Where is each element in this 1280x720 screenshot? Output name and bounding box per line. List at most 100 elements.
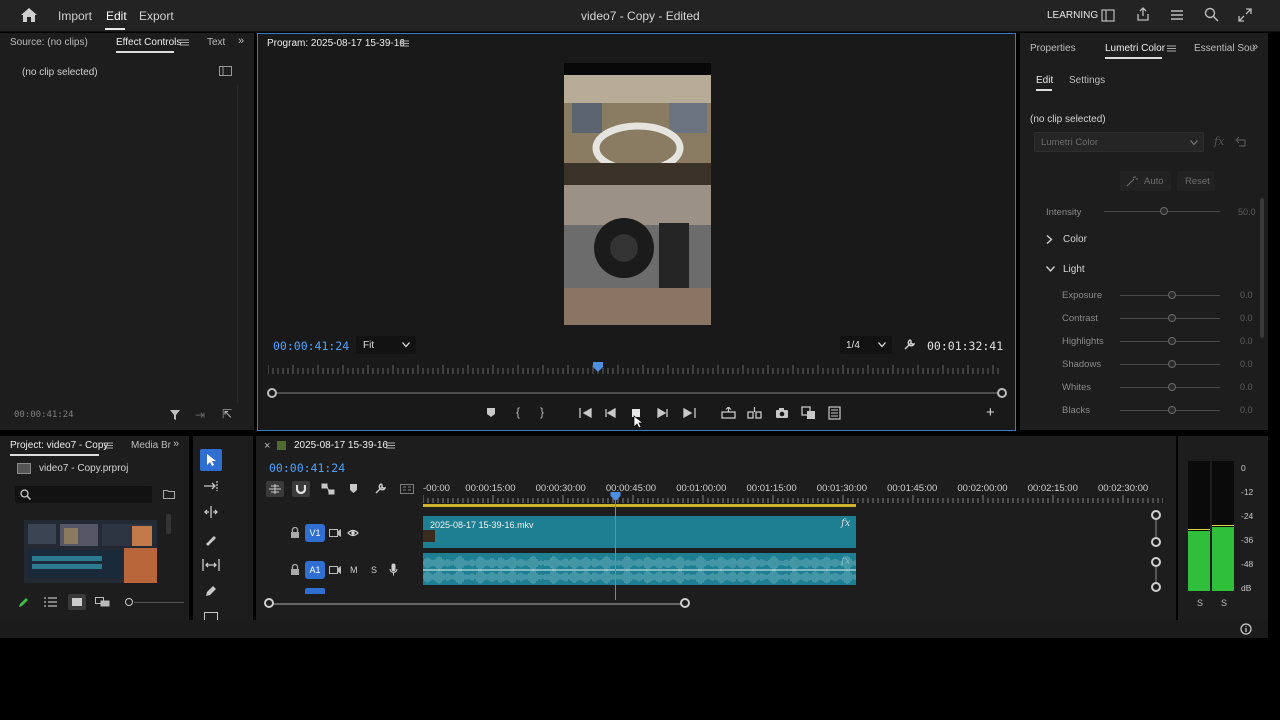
sync-lock-icon[interactable] — [329, 565, 341, 575]
timeline-zoom-scrollbar[interactable] — [273, 603, 685, 605]
tab-essential-sound[interactable]: Essential Sou — [1194, 43, 1255, 54]
light-blacks-slider-knob[interactable] — [1168, 406, 1176, 414]
microphone-icon[interactable] — [389, 563, 398, 576]
light-highlights-value[interactable]: 0.0 — [1240, 336, 1253, 346]
audio-fx-badge[interactable]: fx — [841, 556, 850, 567]
list-view-icon[interactable] — [44, 597, 57, 607]
wrench-settings-icon[interactable] — [903, 338, 916, 351]
tab-media-browser[interactable]: Media Br — [131, 440, 171, 451]
fx-badge[interactable]: fx — [841, 518, 850, 529]
video-clip[interactable]: 2025-08-17 15-39-16.mkv fx — [423, 516, 856, 548]
timeline-timecode[interactable]: 00:00:41:24 — [269, 461, 345, 475]
export-frame-icon[interactable] — [775, 407, 789, 419]
ripple-edit-icon[interactable] — [203, 506, 219, 518]
program-time-ruler[interactable] — [268, 362, 1008, 376]
share-icon[interactable] — [1136, 7, 1150, 22]
menu-import[interactable]: Import — [58, 9, 92, 23]
track-height-handle[interactable] — [1151, 557, 1161, 567]
resolution-dropdown[interactable]: 1/4 — [840, 336, 892, 354]
sync-lock-icon[interactable] — [329, 528, 341, 538]
intensity-slider-knob[interactable] — [1160, 207, 1168, 215]
a1-track-button[interactable]: A1 — [305, 561, 325, 579]
fx-toggle-icon[interactable]: fx — [1214, 135, 1224, 148]
fullscreen-icon[interactable] — [1238, 8, 1252, 22]
track-height-handle[interactable] — [1151, 510, 1161, 520]
panel-toggle-icon[interactable] — [1101, 9, 1115, 22]
toggle-timeline-view-icon[interactable] — [219, 66, 232, 76]
light-shadows-slider-knob[interactable] — [1168, 360, 1176, 368]
zoom-handle-left[interactable] — [267, 388, 277, 398]
mark-in-icon[interactable]: { — [516, 406, 520, 418]
eye-icon[interactable] — [347, 529, 359, 537]
menu-export[interactable]: Export — [139, 9, 174, 23]
light-exposure-value[interactable]: 0.0 — [1240, 290, 1253, 300]
add-marker-icon[interactable] — [486, 407, 496, 418]
go-to-in-icon[interactable] — [579, 408, 592, 418]
light-highlights-slider-knob[interactable] — [1168, 337, 1176, 345]
tab-properties[interactable]: Properties — [1030, 43, 1076, 54]
subtab-settings[interactable]: Settings — [1069, 75, 1105, 86]
close-sequence-icon[interactable]: × — [264, 440, 270, 452]
reset-effect-icon[interactable] — [1235, 136, 1249, 147]
light-blacks-value[interactable]: 0.0 — [1240, 405, 1253, 415]
home-icon[interactable] — [20, 7, 38, 23]
sequence-thumbnail[interactable] — [24, 520, 157, 583]
menu-edit[interactable]: Edit — [106, 9, 127, 23]
filter-icon[interactable] — [169, 409, 181, 421]
lock-icon[interactable] — [290, 527, 300, 539]
workspace-label[interactable]: LEARNING — [1047, 10, 1098, 21]
track-height-handle[interactable] — [1151, 582, 1161, 592]
solo-left-button[interactable]: S — [1197, 598, 1203, 608]
intensity-value[interactable]: 50.0 — [1238, 207, 1256, 217]
tab-source[interactable]: Source: (no clips) — [10, 37, 88, 48]
tab-project[interactable]: Project: video7 - Copy — [10, 440, 108, 451]
play-audio-icon[interactable]: ⇥ — [195, 409, 205, 421]
timeline-zoom-handle-right[interactable] — [680, 598, 690, 608]
light-exposure-slider-knob[interactable] — [1168, 291, 1176, 299]
more-tabs-icon[interactable]: » — [173, 439, 179, 450]
solo-track-button[interactable]: S — [371, 565, 377, 575]
selection-tool-button[interactable] — [200, 449, 222, 471]
v1-track-button[interactable]: V1 — [305, 524, 325, 542]
go-to-out-icon[interactable] — [683, 408, 696, 418]
export-icon[interactable]: ⇱ — [222, 408, 232, 420]
more-tabs-icon[interactable]: » — [238, 36, 244, 47]
vr-video-icon[interactable] — [828, 406, 841, 420]
tab-lumetri-color[interactable]: Lumetri Color — [1105, 43, 1165, 54]
lumetri-scrollbar[interactable] — [1260, 198, 1264, 338]
program-menu-icon[interactable] — [400, 40, 409, 47]
subtab-edit[interactable]: Edit — [1036, 75, 1053, 86]
color-section-label[interactable]: Color — [1063, 234, 1087, 245]
captions-icon[interactable] — [400, 484, 414, 494]
chevron-right-icon[interactable] — [1046, 235, 1053, 244]
light-whites-value[interactable]: 0.0 — [1240, 382, 1253, 392]
freeform-view-icon[interactable] — [95, 597, 110, 607]
compare-view-icon[interactable] — [801, 406, 816, 420]
tab-effect-controls[interactable]: Effect Controls — [116, 37, 181, 48]
lumetri-effect-select[interactable]: Lumetri Color — [1034, 132, 1204, 152]
light-contrast-value[interactable]: 0.0 — [1240, 313, 1253, 323]
lumetri-menu-icon[interactable] — [1167, 45, 1176, 52]
reset-button[interactable]: Reset — [1177, 171, 1215, 191]
thumbnail-zoom-slider[interactable] — [134, 602, 184, 603]
pen-tool-icon[interactable] — [204, 584, 218, 598]
info-icon[interactable] — [1240, 623, 1252, 635]
zoom-handle-right[interactable] — [997, 388, 1007, 398]
mark-out-icon[interactable]: } — [540, 406, 544, 418]
light-shadows-value[interactable]: 0.0 — [1240, 359, 1253, 369]
extract-icon[interactable] — [747, 407, 762, 419]
track-select-icon[interactable] — [203, 480, 219, 492]
timeline-playhead-line[interactable] — [615, 500, 616, 600]
light-whites-slider-knob[interactable] — [1168, 383, 1176, 391]
mute-track-button[interactable]: M — [350, 565, 358, 575]
add-marker-icon[interactable] — [349, 483, 358, 494]
search-icon[interactable] — [1204, 7, 1219, 22]
linked-selection-icon[interactable] — [321, 483, 335, 495]
chevron-down-icon[interactable] — [1046, 266, 1055, 273]
audio-clip[interactable]: fx — [423, 553, 856, 585]
next-track-button[interactable] — [305, 588, 325, 594]
step-back-icon[interactable] — [605, 408, 616, 418]
track-height-handle[interactable] — [1151, 537, 1161, 547]
timeline-zoom-handle-left[interactable] — [264, 598, 274, 608]
light-contrast-slider-knob[interactable] — [1168, 314, 1176, 322]
